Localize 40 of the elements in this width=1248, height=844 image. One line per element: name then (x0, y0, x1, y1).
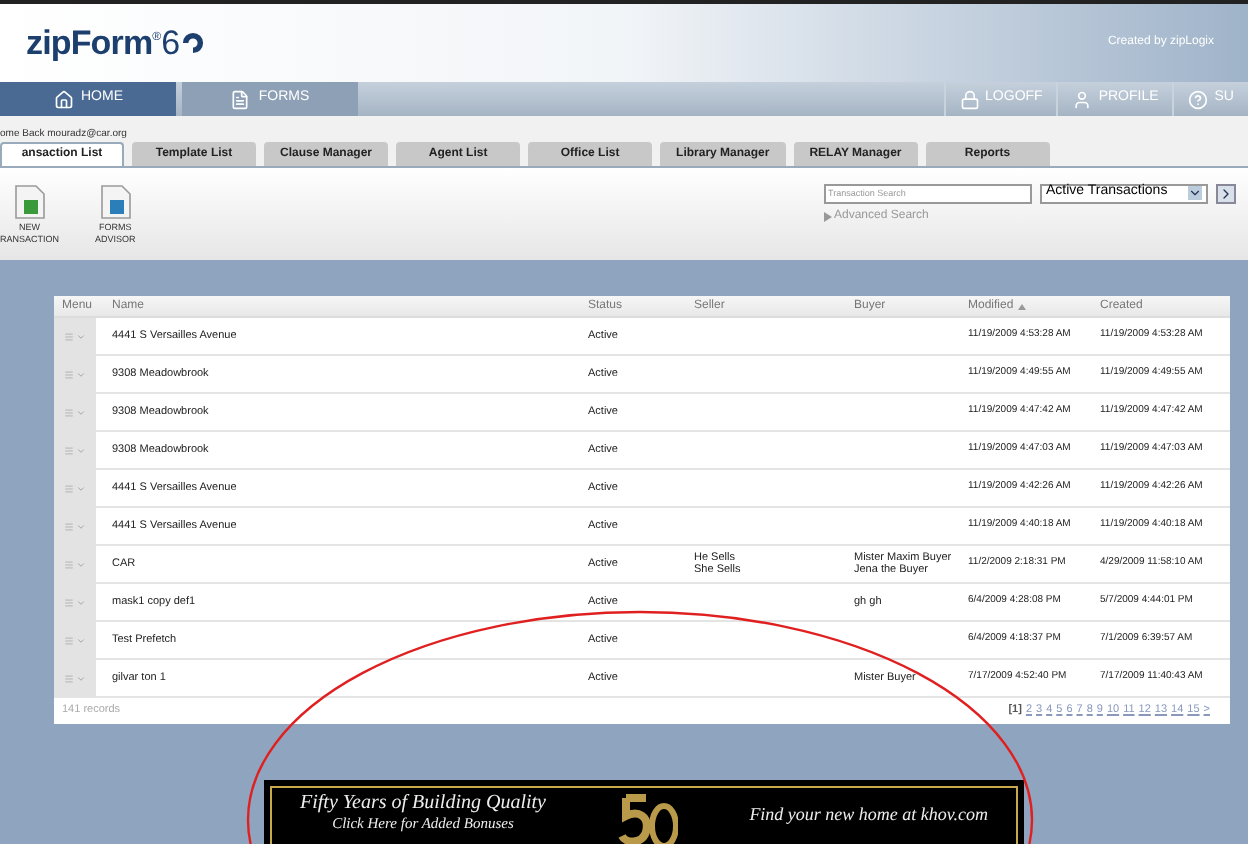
caret-icon (76, 445, 86, 455)
arrow-right-icon (1218, 185, 1234, 201)
menu-icon (64, 559, 74, 569)
menu-icon (64, 331, 74, 341)
menu-icon (64, 635, 74, 645)
menu-icon (64, 407, 74, 417)
document-icon (13, 183, 46, 219)
caret-icon (76, 407, 86, 417)
anniversary-logo-drawing (617, 794, 678, 844)
triangle-right-icon (824, 211, 832, 221)
caret-icon (76, 635, 86, 645)
caret-icon (76, 597, 86, 607)
person-icon (1072, 89, 1093, 109)
ad-tagline: Find your new home at khov.com (749, 802, 988, 828)
logo-text: zipForm (26, 21, 153, 66)
caret-icon (76, 369, 86, 379)
ad-headline: Fifty Years of Building Quality (300, 794, 546, 814)
dropdown-arrow-icon (1188, 186, 1202, 200)
document-icon (230, 89, 251, 109)
menu-icon (64, 673, 74, 683)
row-menu-button[interactable] (54, 659, 96, 697)
lock-icon (959, 89, 980, 109)
help-icon (1188, 89, 1209, 109)
swirl-icon (182, 31, 205, 54)
caret-icon (76, 331, 86, 341)
menu-icon (64, 521, 74, 531)
logo-version: 6 (161, 21, 181, 66)
menu-icon (64, 369, 74, 379)
caret-icon (76, 483, 86, 493)
caret-icon (76, 559, 86, 569)
document-icon (99, 183, 132, 219)
caret-icon (76, 521, 86, 531)
sort-arrow-icon (1017, 303, 1026, 309)
menu-icon (64, 597, 74, 607)
menu-icon (64, 483, 74, 493)
caret-icon (76, 673, 86, 683)
go-button[interactable] (1216, 183, 1236, 203)
menu-icon (64, 445, 74, 455)
house-icon (53, 89, 73, 109)
row-menu-button[interactable] (54, 317, 96, 355)
